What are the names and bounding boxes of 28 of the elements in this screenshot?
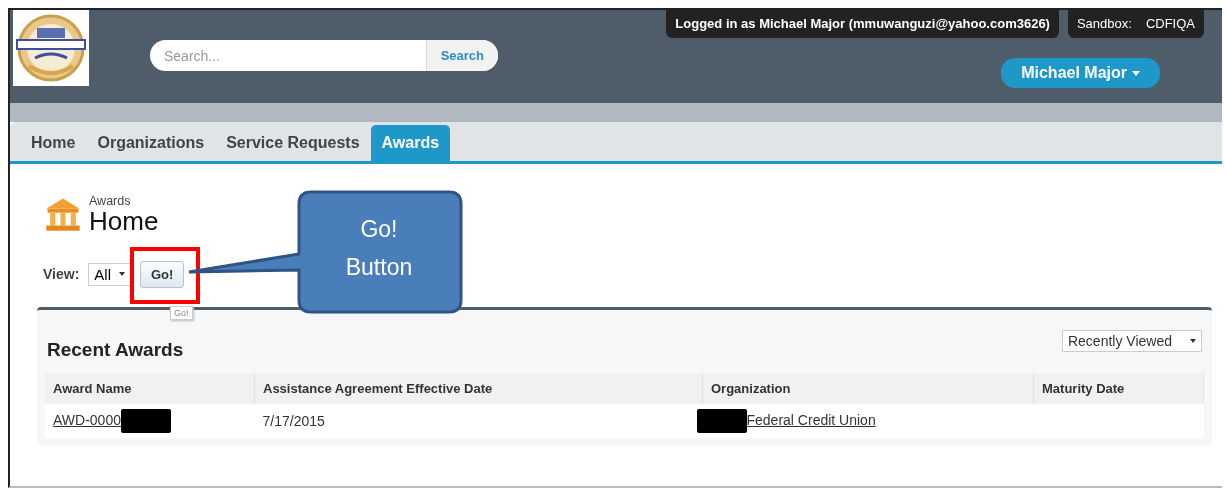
table-link[interactable]: AWD-0000 — [53, 411, 121, 428]
nav-tab[interactable]: Organizations — [86, 125, 216, 161]
column-header: Organization — [702, 373, 1034, 404]
nav-tab[interactable]: Home — [20, 125, 87, 161]
tooltip: Go! — [170, 305, 193, 320]
callout-text: Go! Button — [344, 214, 414, 282]
sandbox-label: Sandbox: — [1076, 16, 1132, 31]
column-header: Award Name — [45, 373, 255, 404]
filter-select[interactable]: Recently Viewed — [1061, 330, 1202, 352]
building-icon — [43, 196, 83, 232]
view-select[interactable]: All — [88, 262, 131, 286]
caret-icon — [1190, 339, 1196, 343]
caret-icon — [119, 272, 125, 276]
column-header: Assistance Agreement Effective Date — [254, 373, 703, 404]
nav-tab[interactable]: Service Requests — [215, 125, 371, 161]
column-header: Maturity Date — [1033, 373, 1204, 404]
sandbox-value: CDFIQA — [1145, 16, 1195, 31]
breadcrumb: Awards — [89, 194, 132, 208]
panel-title: Recent Awards — [47, 339, 184, 361]
table-cell: 7/17/2015 — [262, 413, 325, 429]
login-info: Logged in as Michael Major (mmuwanguzi@yahoo.com3626) — [666, 10, 1059, 38]
table-link[interactable]: Federal Credit Union — [746, 411, 876, 428]
page-title: Home — [89, 208, 159, 234]
logo-icon — [12, 10, 90, 86]
caret-icon — [1132, 70, 1140, 76]
view-label: View: — [43, 266, 80, 282]
go-button[interactable]: Go! — [140, 260, 185, 288]
highlight-frame — [130, 246, 200, 304]
